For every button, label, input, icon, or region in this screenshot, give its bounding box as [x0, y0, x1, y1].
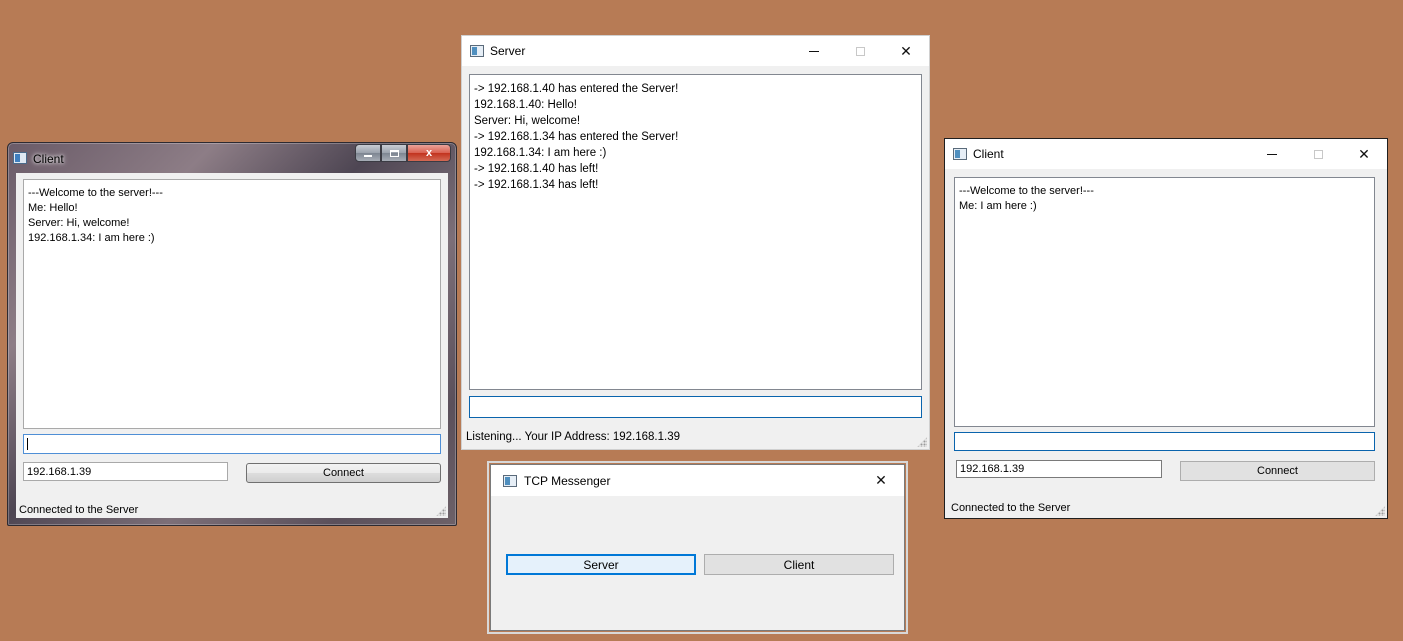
app-icon [13, 152, 27, 164]
resize-grip-icon[interactable] [1375, 506, 1385, 516]
close-icon: ✕ [900, 42, 912, 59]
chat-line: -> 192.168.1.40 has entered the Server! [474, 83, 679, 95]
message-input[interactable] [23, 434, 441, 454]
ip-address-input[interactable]: 192.168.1.39 [23, 462, 228, 481]
window-body: ---Welcome to the server!--- Me: Hello! … [16, 173, 448, 518]
chat-line: Me: I am here :) [959, 200, 1037, 212]
ip-address-input[interactable]: 192.168.1.39 [956, 460, 1162, 478]
text-caret [27, 438, 28, 450]
close-icon: ✕ [1358, 145, 1370, 162]
chat-log[interactable]: ---Welcome to the server!--- Me: Hello! … [23, 179, 441, 429]
close-button[interactable]: x [407, 144, 451, 162]
caption-buttons: x [355, 144, 451, 163]
caption-buttons: ✕ [858, 465, 904, 495]
minimize-icon [364, 155, 372, 157]
title-bar[interactable]: Client x [8, 143, 456, 171]
close-icon: x [425, 147, 433, 159]
chat-line: ---Welcome to the server!--- [28, 187, 163, 199]
message-input[interactable] [469, 396, 922, 418]
maximize-button[interactable] [1295, 139, 1341, 169]
client-button[interactable]: Client [704, 554, 894, 575]
chat-line: 192.168.1.34: I am here :) [474, 147, 607, 159]
client-window-left: Client x ---Welcome to the server!--- Me… [7, 142, 457, 526]
chat-line: 192.168.1.40: Hello! [474, 99, 577, 111]
server-window: Server ✕ -> 192.168.1.40 has entered the… [461, 35, 930, 450]
resize-grip-icon[interactable] [917, 437, 927, 447]
minimize-icon [809, 50, 819, 52]
chat-line: ---Welcome to the server!--- [959, 185, 1094, 197]
window-title: Client [33, 152, 64, 166]
minimize-button[interactable] [1249, 139, 1295, 169]
status-text: Connected to the Server [951, 502, 1071, 514]
minimize-icon [1267, 153, 1277, 155]
chat-log[interactable]: ---Welcome to the server!--- Me: I am he… [954, 177, 1375, 427]
maximize-icon [389, 149, 399, 157]
title-bar[interactable]: Client ✕ [945, 139, 1387, 169]
window-frame: TCP Messenger ✕ Server Client [490, 464, 905, 631]
resize-grip-icon[interactable] [436, 506, 446, 516]
close-icon: ✕ [875, 471, 887, 488]
chat-line: Server: Hi, welcome! [474, 115, 581, 127]
app-icon [953, 148, 967, 160]
chat-line: 192.168.1.34: I am here :) [28, 232, 155, 244]
chat-log[interactable]: -> 192.168.1.40 has entered the Server! … [469, 74, 922, 390]
minimize-button[interactable] [355, 144, 381, 162]
window-title: Server [490, 44, 526, 58]
close-button[interactable]: ✕ [1341, 139, 1387, 169]
server-button[interactable]: Server [506, 554, 696, 575]
caption-buttons: ✕ [1249, 139, 1387, 169]
maximize-button[interactable] [837, 36, 883, 66]
message-input[interactable] [954, 432, 1375, 451]
chat-line: Me: Hello! [28, 202, 78, 214]
caption-buttons: ✕ [791, 36, 929, 66]
client-window-right: Client ✕ ---Welcome to the server!--- Me… [944, 138, 1388, 519]
chat-line: -> 192.168.1.40 has left! [474, 163, 599, 175]
chat-line: -> 192.168.1.34 has left! [474, 179, 599, 191]
chat-line: Server: Hi, welcome! [28, 217, 130, 229]
window-title: TCP Messenger [524, 474, 611, 488]
title-bar[interactable]: Server ✕ [462, 36, 929, 66]
connect-button[interactable]: Connect [1180, 461, 1375, 481]
app-icon [470, 45, 484, 57]
tcp-messenger-window: TCP Messenger ✕ Server Client [487, 461, 908, 634]
status-text: Listening... Your IP Address: 192.168.1.… [466, 431, 680, 443]
close-button[interactable]: ✕ [858, 465, 904, 495]
close-button[interactable]: ✕ [883, 36, 929, 66]
minimize-button[interactable] [791, 36, 837, 66]
window-title: Client [973, 147, 1004, 161]
app-icon [503, 475, 517, 487]
chat-line: -> 192.168.1.34 has entered the Server! [474, 131, 679, 143]
maximize-icon [1313, 149, 1323, 159]
connect-button[interactable]: Connect [246, 463, 441, 483]
status-text: Connected to the Server [19, 504, 139, 516]
title-bar[interactable]: TCP Messenger ✕ [491, 465, 904, 496]
maximize-icon [855, 46, 865, 56]
maximize-button[interactable] [381, 144, 407, 162]
